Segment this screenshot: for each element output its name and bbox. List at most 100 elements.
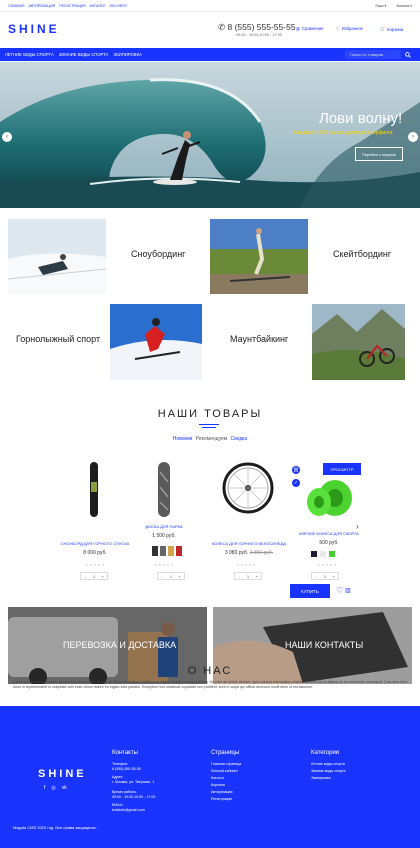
nav-item-summer[interactable]: Летние виды спорта bbox=[5, 52, 54, 57]
quantity-stepper[interactable]: -1 + bbox=[311, 572, 339, 580]
footer-email[interactable]: bcfabde@gmail.com bbox=[112, 808, 145, 812]
tab-new[interactable]: Новинки bbox=[173, 436, 193, 442]
search-button[interactable] bbox=[401, 50, 415, 59]
product-image-snowboard[interactable] bbox=[88, 462, 100, 517]
facebook-icon[interactable]: f bbox=[44, 785, 45, 791]
currency-select[interactable]: Валюта ▾ bbox=[396, 4, 412, 8]
footer-page-link[interactable]: Каталог bbox=[211, 776, 224, 780]
category-image-mountainbiking[interactable] bbox=[312, 304, 405, 380]
color-swatch[interactable] bbox=[329, 551, 335, 557]
category-image-skiing[interactable] bbox=[110, 304, 202, 380]
footer-page-link[interactable]: Регистрация bbox=[211, 797, 232, 801]
cart-icon: 🛒 bbox=[380, 26, 386, 31]
qty-value[interactable]: 1 bbox=[90, 573, 99, 579]
logo[interactable]: SHINE bbox=[8, 22, 60, 36]
search-input[interactable]: Поиск по товарам bbox=[345, 50, 401, 59]
nav-item-winter[interactable]: Зимние виды спорта bbox=[59, 52, 109, 57]
product-name[interactable]: Мягкие колеса для скейта bbox=[289, 531, 369, 536]
quantity-stepper[interactable]: -1 + bbox=[157, 572, 185, 580]
hero-cta-button[interactable]: Перейти к покупке bbox=[355, 147, 403, 161]
product-name[interactable]: Доска для парка bbox=[124, 524, 204, 529]
qty-minus[interactable]: - bbox=[158, 573, 167, 579]
banner-label-delivery[interactable]: Перевозка и доставка bbox=[63, 640, 176, 650]
qty-minus[interactable]: - bbox=[235, 573, 244, 579]
footer-phone-label: Телефон: bbox=[112, 762, 128, 766]
vk-icon[interactable]: vk bbox=[62, 785, 67, 791]
rating-stars: ★★★★★ bbox=[85, 563, 106, 567]
qty-minus[interactable]: - bbox=[312, 573, 321, 579]
buy-button[interactable]: Купить bbox=[290, 584, 330, 598]
color-swatch[interactable] bbox=[320, 551, 326, 557]
qty-minus[interactable]: - bbox=[81, 573, 90, 579]
footer-hours-label: Время работы: bbox=[112, 790, 138, 794]
footer-phone[interactable]: 8 (555) 555-55-55 bbox=[112, 767, 141, 771]
cart-button[interactable]: 🛒 Корзина bbox=[380, 26, 403, 32]
heart-icon: ♡ bbox=[336, 586, 344, 595]
favorite-button[interactable]: ♡ bbox=[336, 586, 343, 595]
language-select[interactable]: Язык ▾ bbox=[375, 4, 386, 8]
category-label-skiing[interactable]: Горнолыжный спорт bbox=[16, 334, 100, 344]
footer-page-link[interactable]: Главная страница bbox=[211, 762, 241, 766]
top-link-home[interactable]: Главная bbox=[8, 4, 24, 8]
top-link-register[interactable]: Регистрация bbox=[59, 4, 85, 8]
category-image-snowboarding[interactable] bbox=[8, 219, 106, 294]
qty-value[interactable]: 1 bbox=[167, 573, 176, 579]
footer-category-link[interactable]: Летние виды спорта bbox=[311, 762, 345, 766]
rating-stars: ★★★★★ bbox=[236, 563, 257, 567]
footer-copyright: Magula CMS 2020 год. Все права защищены. bbox=[13, 825, 97, 830]
category-label-snowboarding[interactable]: Сноубординг bbox=[131, 249, 185, 259]
compare-add-button[interactable]: ▥ bbox=[292, 466, 300, 474]
rating-stars: ★★★★★ bbox=[154, 563, 175, 567]
qty-plus[interactable]: + bbox=[329, 573, 338, 579]
footer-page-link[interactable]: Корзина bbox=[211, 783, 225, 787]
compare-toggle[interactable]: ▥ bbox=[345, 587, 351, 594]
footer-pages-title: Страницы bbox=[211, 750, 240, 756]
top-link-auth[interactable]: Авторизация bbox=[28, 4, 55, 8]
variant-thumb[interactable] bbox=[168, 546, 174, 556]
hero-next-arrow[interactable]: › bbox=[408, 132, 418, 142]
header-phone: ✆ 8 (555) 555-55-55 bbox=[218, 22, 296, 32]
qty-value[interactable]: 1 bbox=[321, 573, 330, 579]
favorites-button[interactable]: ♡ Избранное bbox=[336, 26, 363, 31]
variant-thumb[interactable] bbox=[176, 546, 182, 556]
hero-title: Лови волну! bbox=[319, 110, 403, 127]
check-button[interactable]: ✓ bbox=[292, 479, 300, 487]
product-image-skate-wheels[interactable] bbox=[305, 478, 353, 518]
footer-categories-title: Категории bbox=[311, 750, 340, 756]
color-swatch[interactable] bbox=[311, 551, 317, 557]
footer-logo[interactable]: SHINE bbox=[38, 768, 87, 780]
qty-plus[interactable]: + bbox=[252, 573, 261, 579]
category-label-mountainbiking[interactable]: Маунтбайкинг bbox=[230, 334, 288, 344]
footer-category-link[interactable]: Экипировка bbox=[311, 776, 331, 780]
variant-thumb[interactable] bbox=[160, 546, 166, 556]
products-next-arrow[interactable]: › bbox=[356, 522, 359, 531]
top-link-delivery[interactable]: Delivery bbox=[110, 4, 128, 8]
instagram-icon[interactable]: ◎ bbox=[51, 785, 55, 791]
product-price: 1 500 руб. bbox=[152, 533, 176, 539]
variant-thumb[interactable] bbox=[152, 546, 158, 556]
top-bar: Главная Авторизация Регистрация Каталог … bbox=[0, 0, 420, 12]
tab-recommended[interactable]: Рекомендуем bbox=[196, 436, 227, 442]
footer-page-link[interactable]: Авторизация bbox=[211, 790, 233, 794]
qty-plus[interactable]: + bbox=[175, 573, 184, 579]
product-name[interactable]: Сноуборд для горного спуска bbox=[55, 541, 135, 546]
product-image-skateboard[interactable] bbox=[157, 462, 171, 517]
tab-discount[interactable]: Скидка bbox=[231, 436, 248, 442]
qty-value[interactable]: 1 bbox=[244, 573, 253, 579]
hero-prev-arrow[interactable]: ‹ bbox=[2, 132, 12, 142]
category-label-skateboarding[interactable]: Скейтбординг bbox=[333, 249, 391, 259]
top-link-catalog[interactable]: Каталог bbox=[90, 4, 106, 8]
main-nav: Летние виды спорта Зимние виды спорта Эк… bbox=[0, 48, 420, 61]
compare-button[interactable]: ▥ Сравнение bbox=[296, 26, 324, 31]
quick-view-button[interactable]: Просмотр bbox=[323, 463, 361, 475]
nav-item-equipment[interactable]: Экипировка bbox=[113, 52, 141, 57]
product-image-wheel[interactable] bbox=[222, 462, 274, 514]
footer-category-link[interactable]: Зимние виды спорта bbox=[311, 769, 346, 773]
qty-plus[interactable]: + bbox=[98, 573, 107, 579]
quantity-stepper[interactable]: -1 + bbox=[80, 572, 108, 580]
banner-label-contacts[interactable]: Наши контакты bbox=[285, 640, 363, 650]
quantity-stepper[interactable]: -1 + bbox=[234, 572, 262, 580]
footer-page-link[interactable]: Личный кабинет bbox=[211, 769, 238, 773]
product-name[interactable]: Колеса для горного велосипеда bbox=[204, 541, 294, 546]
category-image-skateboarding[interactable] bbox=[210, 219, 308, 294]
